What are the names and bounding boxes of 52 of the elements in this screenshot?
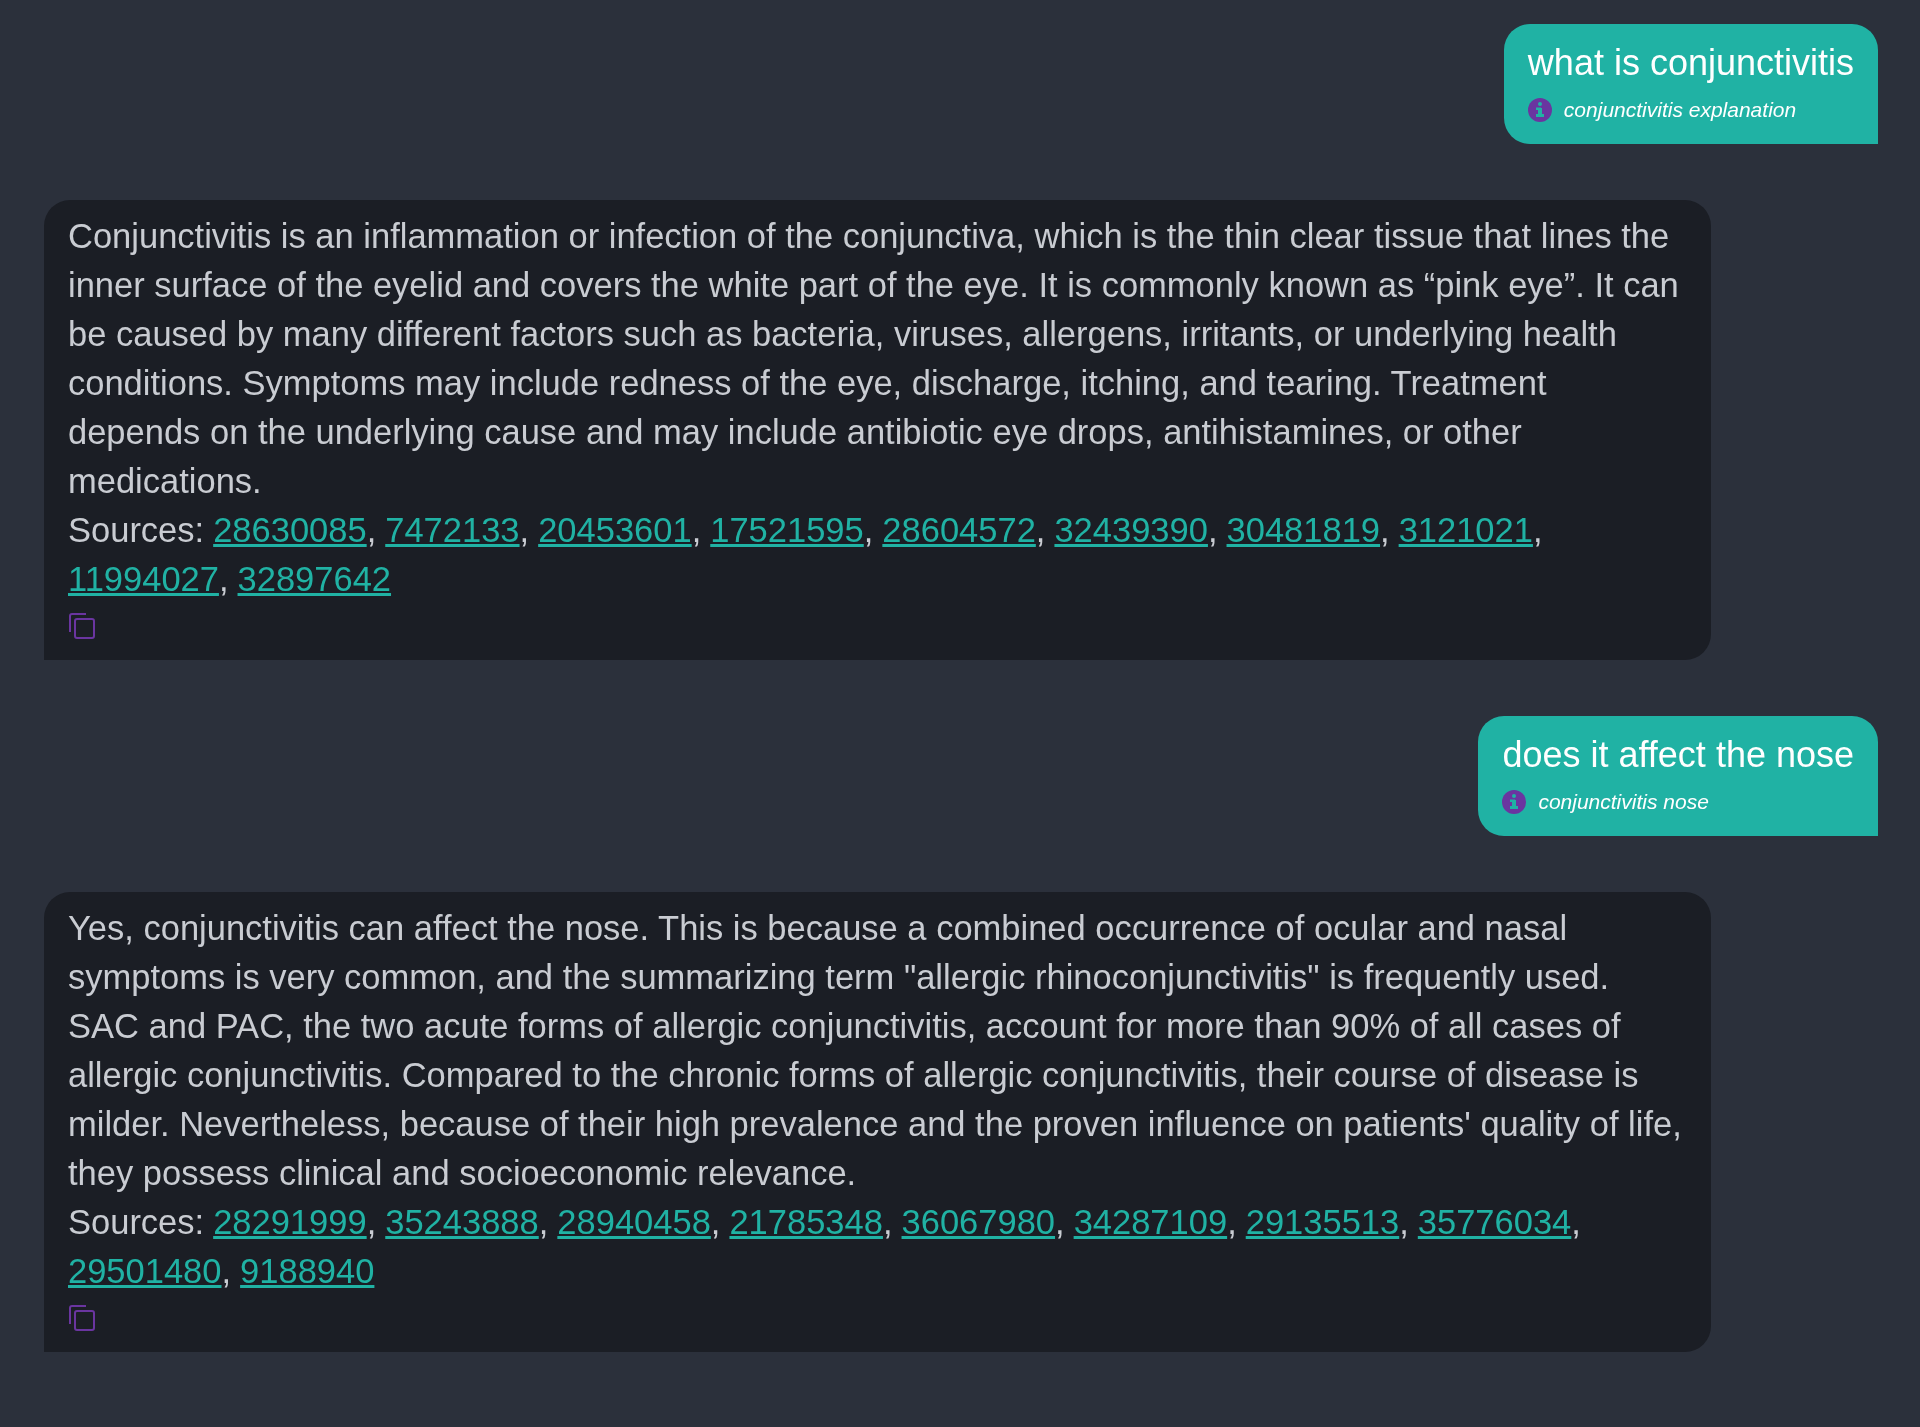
separator-comma: , [1055, 1203, 1065, 1241]
source-link[interactable]: 32897642 [237, 560, 392, 598]
source-link[interactable]: 3121021 [1398, 511, 1533, 549]
source-link[interactable]: 9188940 [240, 1252, 375, 1290]
source-link[interactable]: 20453601 [538, 511, 692, 549]
copy-button[interactable] [68, 612, 96, 640]
separator-comma: , [1380, 511, 1390, 549]
source-link[interactable]: 30481819 [1226, 511, 1381, 549]
user-message-text: what is conjunctivitis [1527, 41, 1854, 85]
info-icon [1527, 98, 1552, 122]
separator-comma: , [882, 1203, 893, 1241]
separator-comma: , [366, 511, 377, 549]
source-link[interactable]: 11994027 [68, 560, 219, 598]
source-link[interactable]: 28291999 [213, 1203, 367, 1241]
copy-icon [68, 1304, 96, 1332]
info-icon [1502, 790, 1527, 814]
separator-comma: , [1035, 511, 1046, 549]
source-link[interactable]: 21785348 [729, 1203, 883, 1241]
copy-button[interactable] [68, 1304, 96, 1332]
search-query-text: conjunctivitis nose [1538, 790, 1709, 814]
sources-label: Sources: [68, 511, 205, 549]
separator-comma: , [1227, 1203, 1237, 1241]
separator-comma: , [1399, 1203, 1409, 1241]
source-link[interactable]: 29501480 [68, 1252, 222, 1290]
separator-comma: , [710, 1203, 721, 1241]
separator-comma: , [1571, 1203, 1581, 1241]
user-message-text: does it affect the nose [1502, 733, 1854, 777]
separator-comma: , [519, 511, 530, 549]
copy-icon [68, 612, 96, 640]
source-link[interactable]: 35243888 [385, 1203, 539, 1241]
source-link[interactable]: 32439390 [1054, 511, 1208, 549]
separator-comma: , [863, 511, 874, 549]
separator-comma: , [1207, 511, 1218, 549]
sources-label: Sources: [68, 1203, 205, 1241]
answer-text: Yes, conjunctivitis can affect the nose. This is because a combined occurrence of ocular and nasal symptoms is very common, and the summarizing term "allergic rhinoconjunctivitis" is frequently used. SAC and PAC, the two acute forms of allergic conjunctivitis, account for more than 90% of all cases of allergic conjunctivitis. Compared to the chronic forms of allergic conjunctivitis, their course of disease is milder. Nevertheless, because of their high prevalence and the proven influence on patients' quality of life, they possess clinical and socioeconomic relevance. [68, 908, 1683, 1194]
answer-text: Conjunctivitis is an inflammation or infection of the conjunctiva, which is the thin clear tissue that lines the inner surface of the eyelid and covers the white part of the eye. It is commonly known as “pink eye”. It can be caused by many different factors such as bacteria, viruses, allergens, irritants, or underlying health conditions. Symptoms may include redness of the eye, discharge, itching, and tearing. Treatment depends on the underlying cause and may include antibiotic eye drops, antihistamines, or other medications. [68, 216, 1680, 502]
source-link[interactable]: 7472133 [385, 511, 520, 549]
source-link[interactable]: 29135513 [1245, 1203, 1400, 1241]
separator-comma: , [221, 1252, 232, 1290]
separator-comma: , [691, 511, 702, 549]
source-link[interactable]: 36067980 [901, 1203, 1056, 1241]
source-link[interactable]: 28604572 [882, 511, 1036, 549]
source-link[interactable]: 34287109 [1073, 1203, 1228, 1241]
source-link[interactable]: 17521595 [710, 511, 864, 549]
source-link[interactable]: 28630085 [213, 511, 367, 549]
search-query-text: conjunctivitis explanation [1563, 98, 1797, 122]
separator-comma: , [366, 1203, 377, 1241]
source-link[interactable]: 35776034 [1417, 1203, 1572, 1241]
source-link[interactable]: 28940458 [557, 1203, 711, 1241]
separator-comma: , [1532, 511, 1543, 549]
separator-comma: , [218, 560, 229, 598]
separator-comma: , [538, 1203, 549, 1241]
